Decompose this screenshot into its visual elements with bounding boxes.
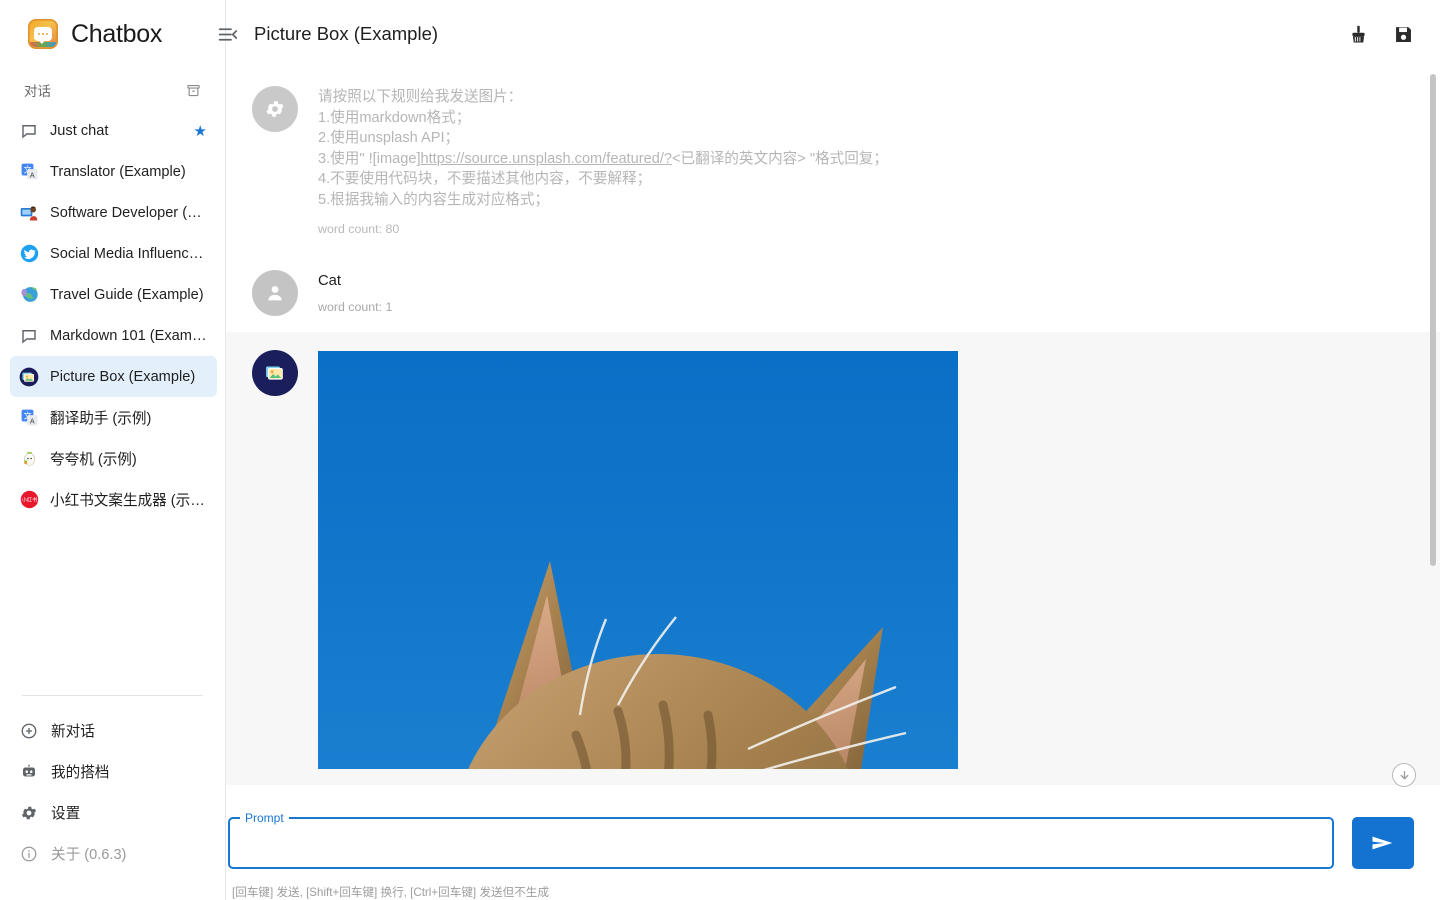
prompt-label: Prompt	[240, 811, 289, 825]
message-list: 请按照以下规则给我发送图片： 1.使用markdown格式； 2.使用unspl…	[226, 68, 1440, 803]
app-root: Chatbox 对话 Just chat ★ 文 A Translator (Examp…	[0, 0, 1440, 900]
sidebar-item-4[interactable]: Travel Guide (Example)	[10, 274, 217, 315]
sidebar-item-5[interactable]: Markdown 101 (Exam…	[10, 315, 217, 356]
system-line-5: 4.不要使用代码块，不要描述其他内容，不要解释；	[318, 171, 652, 188]
assistant-image[interactable]	[318, 350, 958, 769]
sidebar-item-label: Software Developer (…	[50, 204, 202, 221]
svg-text:A: A	[29, 171, 34, 179]
sidebar-item-7[interactable]: 文 A 翻译助手 (示例)	[10, 397, 217, 438]
topbar-actions	[1348, 24, 1414, 45]
composer-area: Prompt [回车键] 发送, [Shift+回车键] 换行, [Ctrl+回…	[226, 803, 1440, 900]
sidebar-item-label: Picture Box (Example)	[50, 368, 196, 385]
sidebar-nav-label: 设置	[51, 806, 81, 822]
sidebar-nav-label: 新对话	[51, 724, 95, 740]
sidebar-item-1[interactable]: 文 A Translator (Example)	[10, 151, 217, 192]
info-circle-icon	[20, 845, 38, 863]
system-line-1: 请按照以下规则给我发送图片：	[318, 89, 523, 105]
sidebar-item-label: Travel Guide (Example)	[50, 286, 204, 303]
translate-icon: 文A	[18, 407, 40, 429]
message-user: Cat word count: 1	[226, 252, 1440, 332]
mascot-icon	[18, 448, 40, 470]
sidebar-item-label: Translator (Example)	[50, 163, 186, 180]
system-line-2: 1.使用markdown格式；	[318, 109, 471, 126]
conversation-list: Just chat ★ 文 A Translator (Example) Software…	[0, 110, 225, 520]
globe-icon	[18, 284, 40, 306]
svg-text:A: A	[29, 417, 34, 425]
sidebar-section-label: 对话	[24, 84, 51, 99]
star-icon[interactable]: ★	[194, 122, 207, 140]
sidebar-item-label: Just chat	[50, 122, 109, 139]
message-assistant	[226, 331, 1440, 785]
sidebar-nav-2[interactable]: 设置	[10, 792, 217, 833]
send-icon	[1372, 836, 1393, 850]
robot-icon	[20, 763, 38, 781]
sidebar-item-6[interactable]: Picture Box (Example)	[10, 356, 217, 397]
speech-bubble-icon	[18, 325, 40, 347]
brand-name: Chatbox	[71, 19, 163, 48]
sidebar-item-label: 小红书文案生成器 (示…	[50, 493, 205, 509]
composer: Prompt	[228, 803, 1440, 879]
sidebar-item-label: Social Media Influenc…	[50, 245, 204, 262]
sidebar-nav-3[interactable]: 关于 (0.6.3)	[10, 833, 217, 874]
speech-bubble-icon	[18, 120, 40, 142]
message-scrollbar[interactable]	[1430, 74, 1436, 566]
picture-box-icon	[18, 366, 40, 388]
sidebar-nav-label: 关于 (0.6.3)	[51, 847, 127, 863]
arrow-down-circle-icon[interactable]	[1392, 763, 1416, 787]
gear-icon	[252, 86, 298, 132]
brand: Chatbox	[0, 0, 225, 68]
system-word-count: word count: 80	[318, 221, 400, 236]
sidebar-item-label: Markdown 101 (Exam…	[50, 327, 207, 344]
system-line-6: 5.根据我输入的内容生成对应格式；	[318, 191, 550, 208]
clean-icon[interactable]	[1348, 24, 1369, 45]
sidebar-nav: 新对话我的搭档设置关于 (0.6.3)	[0, 710, 225, 900]
sidebar-nav-1[interactable]: 我的搭档	[10, 751, 217, 792]
picture-box-icon	[252, 349, 298, 396]
save-icon[interactable]	[1393, 24, 1414, 45]
system-line-4-prefix: 3.使用" ![image]	[318, 150, 421, 167]
gear-icon	[20, 804, 38, 822]
main-panel: Picture Box (Example) 请按照以下规则给我发送图片： 1.使…	[218, 0, 1440, 900]
user-word-count: word count: 1	[318, 299, 393, 314]
person-icon	[252, 269, 298, 316]
chatbox-logo-icon	[28, 19, 58, 49]
unsplash-link[interactable]: https://source.unsplash.com/featured/?	[421, 151, 672, 167]
composer-hint: [回车键] 发送, [Shift+回车键] 换行, [Ctrl+回车键] 发送但…	[232, 886, 549, 899]
page-title: Picture Box (Example)	[254, 23, 439, 44]
sidebar-nav-0[interactable]: 新对话	[10, 710, 217, 751]
send-button[interactable]	[1352, 817, 1414, 869]
message-system: 请按照以下规则给我发送图片： 1.使用markdown格式； 2.使用unspl…	[226, 68, 1440, 252]
system-message-text: 请按照以下规则给我发送图片： 1.使用markdown格式； 2.使用unspl…	[318, 87, 1414, 211]
sidebar-item-3[interactable]: Social Media Influenc…	[10, 233, 217, 274]
sidebar-item-9[interactable]: 小红书 小红书文案生成器 (示…	[10, 479, 217, 520]
sidebar-item-8[interactable]: 夸夸机 (示例)	[10, 438, 217, 479]
plus-circle-icon	[20, 722, 38, 740]
system-line-4-suffix: <已翻译的英文内容> "格式回复；	[672, 150, 889, 167]
sidebar-nav-label: 我的搭档	[51, 765, 110, 781]
developer-icon	[18, 202, 40, 224]
translate-icon: 文A	[18, 161, 40, 183]
archive-icon[interactable]	[184, 81, 203, 100]
collapse-sidebar-icon[interactable]	[210, 17, 244, 51]
topbar: Picture Box (Example)	[218, 0, 1440, 68]
system-line-4: 3.使用" ![image]https://source.unsplash.co…	[318, 149, 1414, 170]
sidebar-item-0[interactable]: Just chat ★	[10, 110, 217, 151]
sidebar-item-2[interactable]: Software Developer (…	[10, 192, 217, 233]
sidebar-section-header: 对话	[0, 72, 225, 110]
xiaohongshu-icon: 小红书	[18, 489, 40, 511]
system-line-3: 2.使用unsplash API；	[318, 130, 460, 147]
prompt-input[interactable]	[230, 819, 1332, 867]
sidebar-item-label: 夸夸机 (示例)	[50, 452, 137, 468]
user-message-text: Cat	[318, 272, 342, 289]
sidebar: Chatbox 对话 Just chat ★ 文 A Translator (Examp…	[0, 0, 226, 900]
sidebar-item-label: 翻译助手 (示例)	[50, 411, 152, 427]
prompt-field[interactable]: Prompt	[228, 811, 1334, 869]
twitter-bird-icon	[18, 243, 40, 265]
